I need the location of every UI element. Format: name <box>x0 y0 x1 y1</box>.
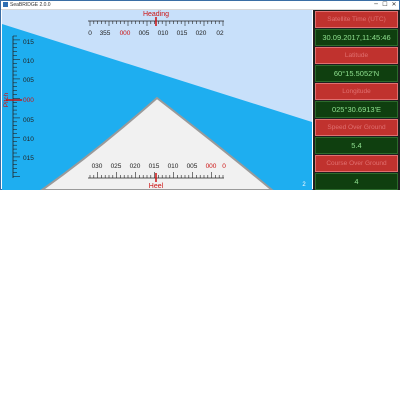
heading-tick-label: 000 <box>120 30 131 37</box>
minimize-button[interactable]: ─ <box>372 1 380 9</box>
app-window: SeaBRIDGE 2.0.0 ─ ☐ ✕ Heading 0 355 000 005… <box>0 0 400 190</box>
close-button[interactable]: ✕ <box>390 1 398 9</box>
app-icon <box>3 2 8 7</box>
pitch-tick-label: 005 <box>23 117 34 124</box>
info-panel: Satellite Time (UTC) 30.09.2017,11:45:46… <box>313 10 400 190</box>
attitude-svg: Heading 0 355 000 005 010 015 020 02 Pitch 015 0… <box>2 10 312 190</box>
heel-tick-label: 005 <box>187 163 198 170</box>
heel-tick-label: 0 <box>222 163 226 170</box>
longitude-label: Longitude <box>315 83 398 100</box>
maximize-button[interactable]: ☐ <box>381 1 389 9</box>
heel-tick-label: 030 <box>92 163 103 170</box>
pitch-tick-label: 005 <box>23 77 34 84</box>
course-over-ground-label: Course Over Ground <box>315 155 398 172</box>
satellite-time-value: 30.09.2017,11:45:46 <box>315 29 398 46</box>
window-title: SeaBRIDGE 2.0.0 <box>10 2 51 8</box>
heading-tick-label: 0 <box>88 30 92 37</box>
course-over-ground-value: 4 <box>315 173 398 190</box>
satellite-time-label: Satellite Time (UTC) <box>315 11 398 28</box>
heel-tick-label: 025 <box>111 163 122 170</box>
heading-tick-label: 355 <box>100 30 111 37</box>
heading-tick-label: 02 <box>216 30 224 37</box>
pitch-tick-label: 015 <box>23 39 34 46</box>
latitude-value: 60°15.5052'N <box>315 65 398 82</box>
heel-tick-label: 015 <box>149 163 160 170</box>
heel-tick-label: 000 <box>206 163 217 170</box>
pitch-tick-label: 010 <box>23 58 34 65</box>
heel-tick-label: 020 <box>130 163 141 170</box>
pitch-tick-label: 015 <box>23 155 34 162</box>
heading-tick-label: 010 <box>158 30 169 37</box>
heel-tick-label: 010 <box>168 163 179 170</box>
pitch-label: Pitch <box>3 92 10 107</box>
heading-label: Heading <box>143 11 169 18</box>
pitch-tick-label: 000 <box>23 97 34 104</box>
speed-over-ground-label: Speed Over Ground <box>315 119 398 136</box>
heel-label: Heel <box>149 183 164 190</box>
heading-tick-label: 015 <box>177 30 188 37</box>
pitch-tick-label: 010 <box>23 136 34 143</box>
title-bar: SeaBRIDGE 2.0.0 ─ ☐ ✕ <box>1 1 399 10</box>
longitude-value: 025°30.6913'E <box>315 101 398 118</box>
heading-tick-label: 020 <box>196 30 207 37</box>
latitude-label: Latitude <box>315 47 398 64</box>
speed-over-ground-value: 5.4 <box>315 137 398 154</box>
heading-tick-label: 005 <box>139 30 150 37</box>
attitude-view: Heading 0 355 000 005 010 015 020 02 Pitch 015 0… <box>2 10 312 190</box>
